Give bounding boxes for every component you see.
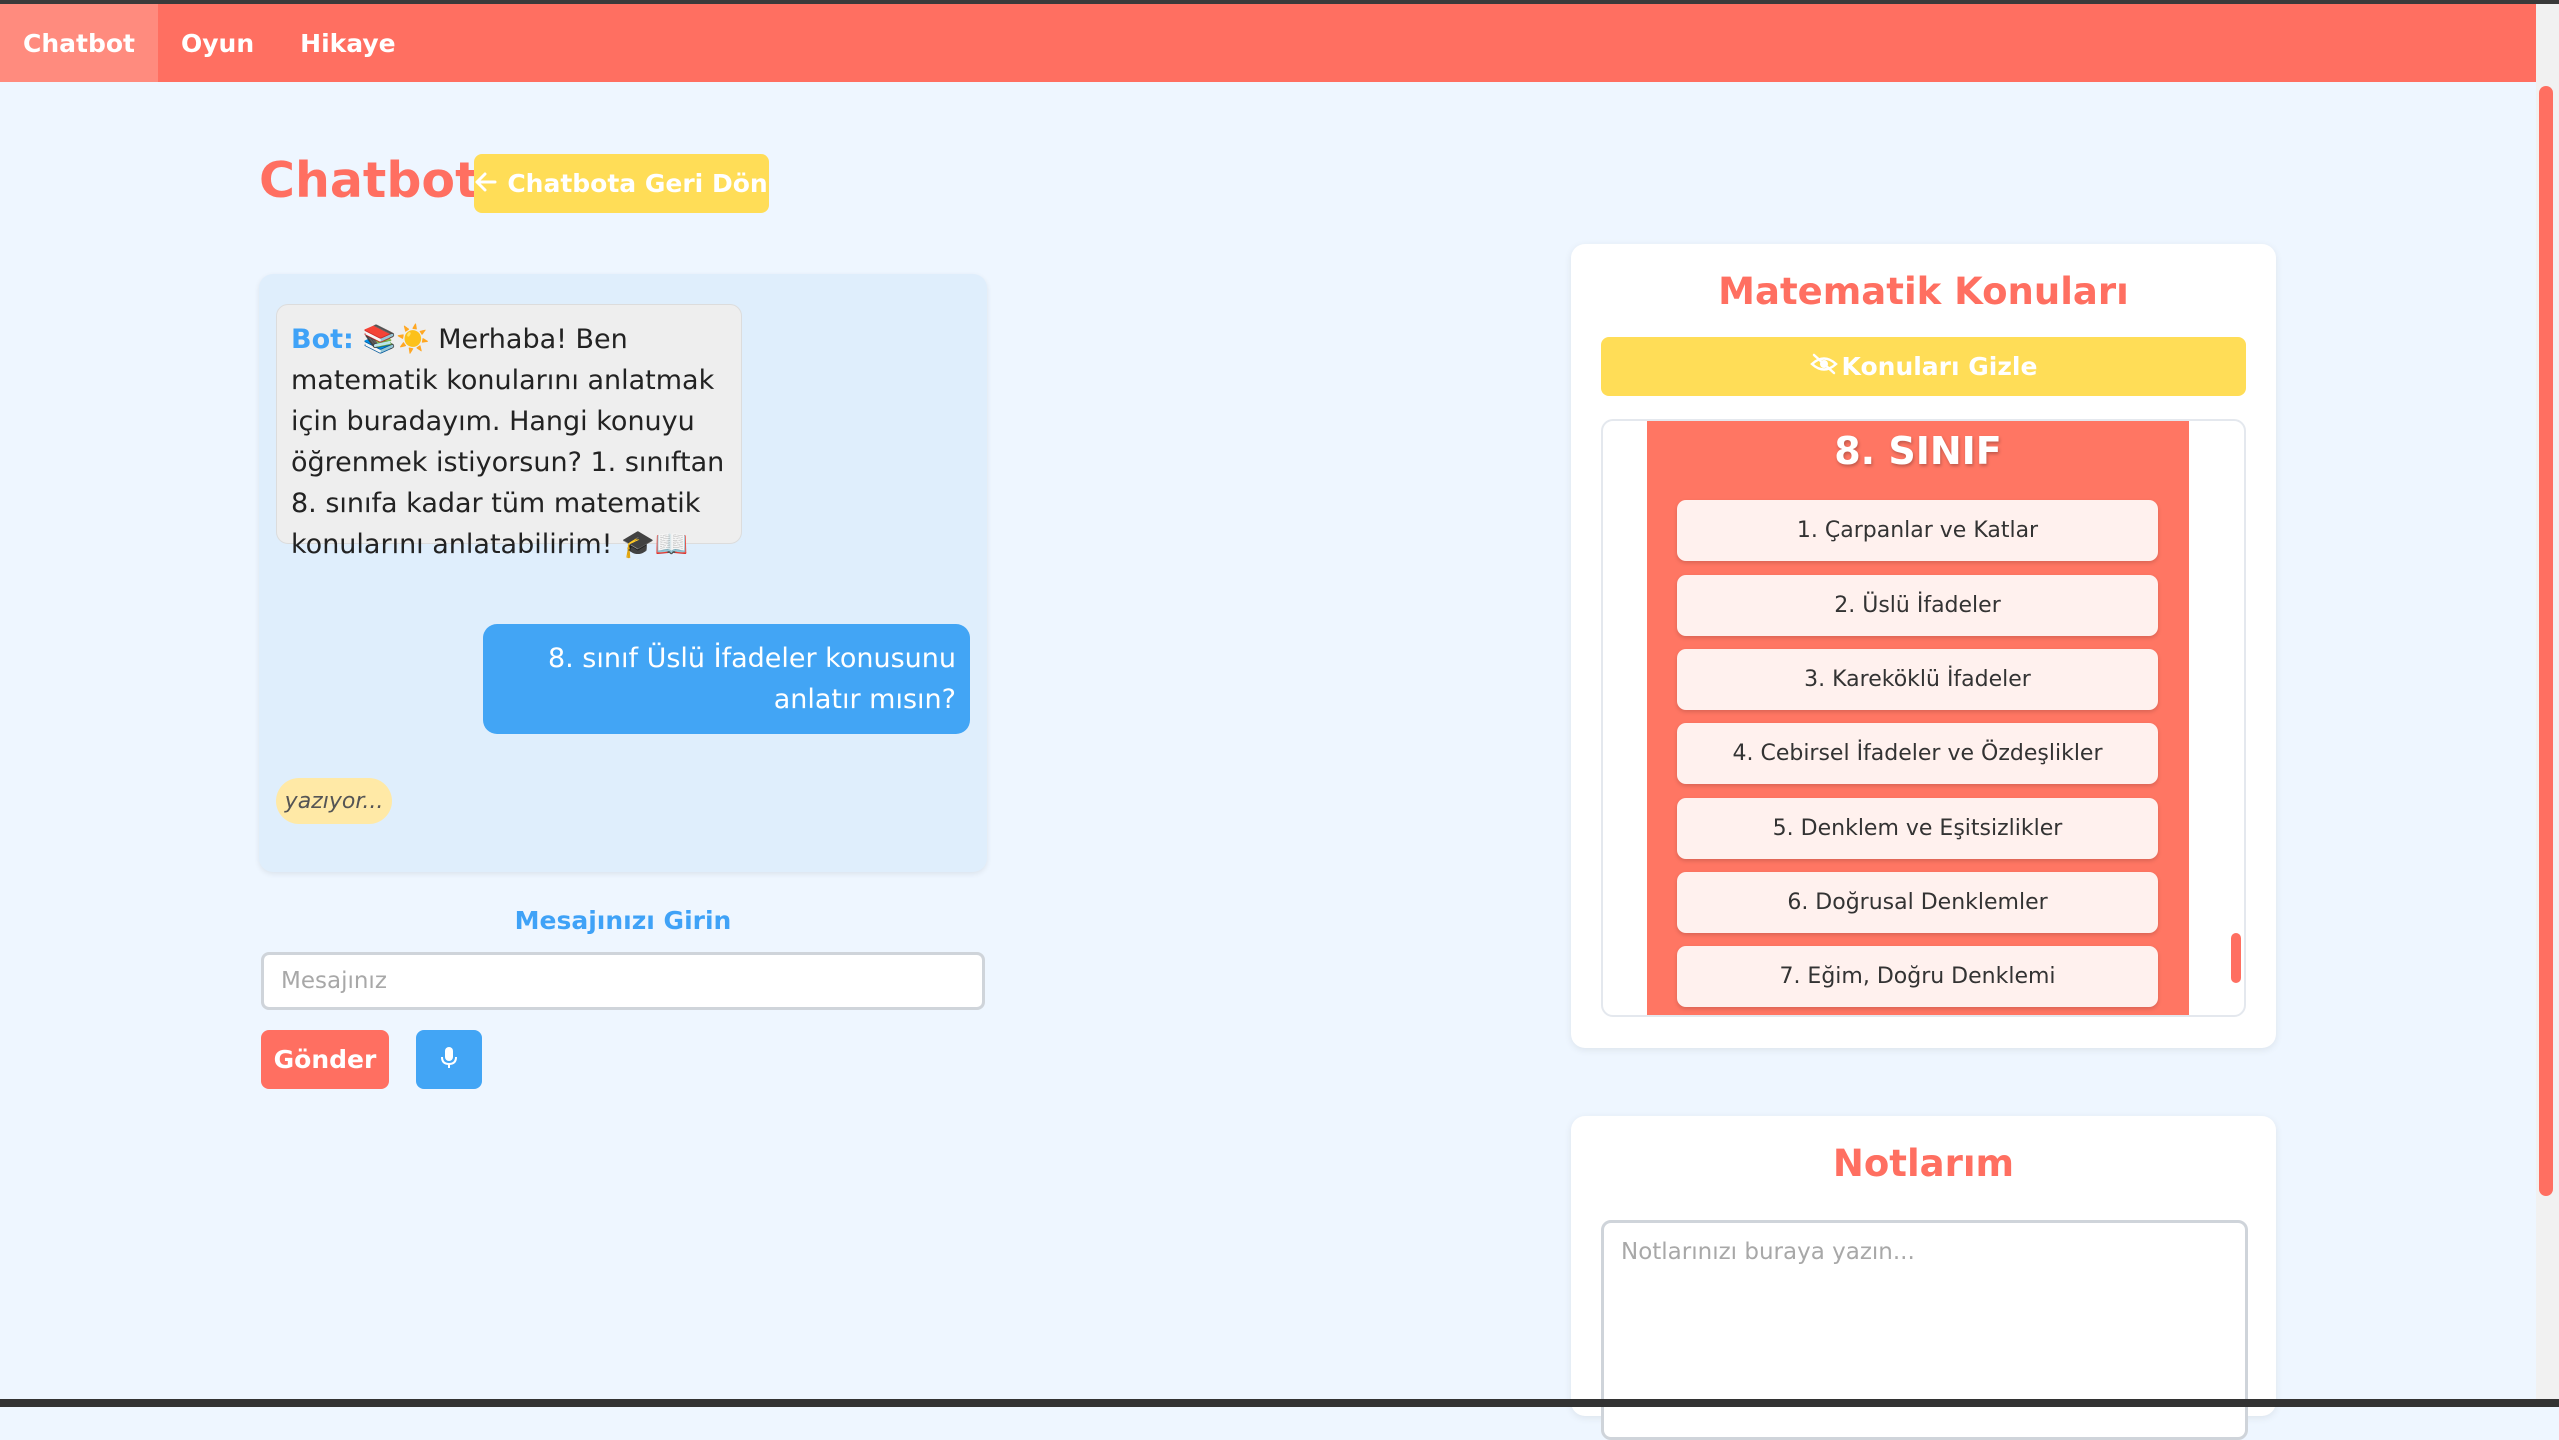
topic-item[interactable]: 4. Cebirsel İfadeler ve Özdeşlikler <box>1677 723 2158 784</box>
user-message-text: 8. sınıf Üslü İfadeler konusunu anlatır … <box>547 643 956 715</box>
window-bottom-border <box>0 1399 2559 1407</box>
notes-title: Notlarım <box>1832 1142 2015 1185</box>
topic-item[interactable]: 6. Doğrusal Denklemler <box>1677 872 2158 933</box>
top-navbar: Chatbot Oyun Hikaye <box>0 4 2536 82</box>
topics-scrollbar-thumb[interactable] <box>2231 933 2241 983</box>
topic-item[interactable]: 1. Çarpanlar ve Katlar <box>1677 500 2158 561</box>
message-input-label: Mesajınızı Girin <box>514 906 732 935</box>
user-message: 8. sınıf Üslü İfadeler konusunu anlatır … <box>483 624 970 734</box>
page-title: Chatbot <box>259 152 479 209</box>
nav-item-label: Oyun <box>181 28 255 58</box>
topic-item[interactable]: 2. Üslü İfadeler <box>1677 575 2158 636</box>
back-to-chatbot-button[interactable]: Chatbota Geri Dön <box>474 154 769 213</box>
bot-message: Bot: 📚☀️ Merhaba! Ben matematik konuları… <box>276 304 742 560</box>
topic-item[interactable]: 7. Eğim, Doğru Denklemi <box>1677 946 2158 1007</box>
notes-textarea[interactable] <box>1601 1220 2248 1440</box>
nav-item-label: Hikaye <box>300 28 396 58</box>
topics-scroll-container[interactable]: 8. SINIF 1. Çarpanlar ve Katlar 2. Üslü … <box>1601 419 2246 1017</box>
bot-label: Bot: <box>291 324 354 355</box>
math-topics-title: Matematik Konuları <box>1718 270 2129 313</box>
send-button[interactable]: Gönder <box>261 1030 389 1089</box>
message-input[interactable] <box>261 952 985 1010</box>
grade-title: 8. SINIF <box>1834 429 2002 473</box>
math-topics-card: Matematik Konuları Konuları Gizle 8. SIN… <box>1571 244 2276 1048</box>
notes-card: Notlarım <box>1571 1116 2276 1440</box>
nav-item-label: Chatbot <box>23 28 135 58</box>
microphone-icon <box>440 1046 458 1074</box>
hide-topics-button[interactable]: Konuları Gizle <box>1601 337 2246 396</box>
microphone-button[interactable] <box>416 1030 482 1089</box>
arrow-left-icon <box>475 169 497 198</box>
back-button-label: Chatbota Geri Dön <box>507 169 768 198</box>
page-scrollbar-thumb[interactable] <box>2539 86 2553 1196</box>
topic-item[interactable]: 3. Kareköklü İfadeler <box>1677 649 2158 710</box>
grade-8-panel: 8. SINIF 1. Çarpanlar ve Katlar 2. Üslü … <box>1647 421 2189 1015</box>
topic-item[interactable]: 5. Denklem ve Eşitsizlikler <box>1677 798 2158 859</box>
bot-message-text: 📚☀️ Merhaba! Ben matematik konularını an… <box>291 324 725 560</box>
typing-indicator: yazıyor... <box>276 778 392 824</box>
chat-window[interactable]: Bot: 📚☀️ Merhaba! Ben matematik konuları… <box>259 274 987 872</box>
nav-item-hikaye[interactable]: Hikaye <box>277 4 418 82</box>
nav-item-oyun[interactable]: Oyun <box>158 4 277 82</box>
hide-topics-label: Konuları Gizle <box>1841 352 2038 381</box>
eye-slash-icon <box>1809 352 1838 381</box>
nav-item-chatbot[interactable]: Chatbot <box>0 4 158 82</box>
